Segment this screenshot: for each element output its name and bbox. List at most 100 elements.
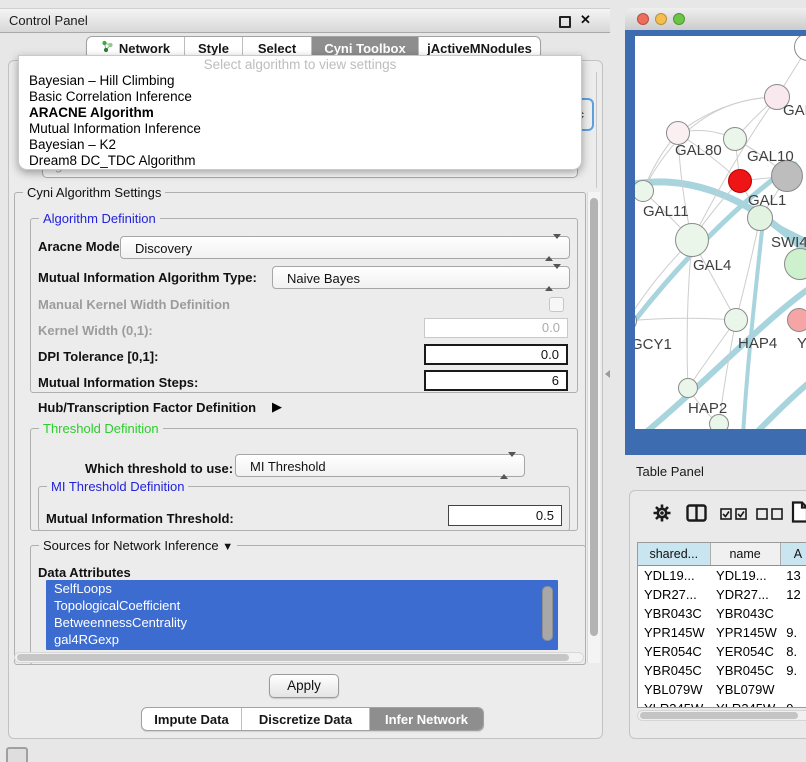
checked-pair-icon[interactable] bbox=[720, 507, 748, 525]
sources-collapse-icon[interactable]: ▼ bbox=[222, 541, 233, 553]
document-icon[interactable] bbox=[791, 501, 806, 528]
network-node[interactable] bbox=[675, 223, 709, 257]
manual-kernel-width-checkbox[interactable] bbox=[549, 297, 564, 312]
hub-expand-icon[interactable]: ▶ bbox=[272, 399, 282, 415]
table-row[interactable]: YPR145WYPR145W9. bbox=[638, 623, 806, 642]
panel-splitter-icon[interactable] bbox=[605, 370, 610, 378]
node-label: Y bbox=[797, 335, 806, 352]
table-cell[interactable] bbox=[780, 604, 806, 623]
table-cell[interactable]: 9. bbox=[780, 623, 806, 642]
dropdown-item[interactable]: Dream8 DC_TDC Algorithm bbox=[19, 153, 581, 169]
dropdown-item[interactable]: Basic Correlation Inference bbox=[19, 89, 581, 105]
table-cell[interactable]: YBL079W bbox=[638, 680, 710, 699]
split-columns-icon[interactable] bbox=[686, 504, 707, 527]
tab-label: Style bbox=[198, 41, 229, 56]
network-node[interactable] bbox=[723, 127, 747, 151]
network-canvas[interactable]: GALGAL80GAL10GAL1GAL11SWI4GAL4GCY1HAP4YH… bbox=[635, 36, 806, 429]
dropdown-item[interactable]: Mutual Information Inference bbox=[19, 121, 581, 137]
aracne-mode-combo[interactable]: Discovery bbox=[120, 236, 570, 259]
tab-impute-data[interactable]: Impute Data bbox=[142, 708, 242, 730]
dropdown-items: Bayesian – Hill ClimbingBasic Correlatio… bbox=[19, 73, 581, 169]
tab-infer-network[interactable]: Infer Network bbox=[370, 708, 483, 730]
list-scrollbar-thumb[interactable] bbox=[542, 586, 553, 641]
table-cell[interactable]: YBR043C bbox=[638, 604, 710, 623]
combo-arrows-icon bbox=[545, 239, 561, 257]
network-node[interactable] bbox=[678, 378, 698, 398]
table-cell[interactable]: YDR27... bbox=[710, 585, 780, 604]
close-traffic-light-icon[interactable] bbox=[637, 13, 649, 25]
node-label: GAL10 bbox=[747, 148, 794, 165]
unchecked-pair-icon[interactable] bbox=[756, 507, 784, 525]
table-row[interactable]: YDR27...YDR27...12 bbox=[638, 585, 806, 604]
data-attributes-list[interactable]: SelfLoopsTopologicalCoefficientBetweenne… bbox=[46, 580, 558, 650]
node-label: HAP2 bbox=[688, 400, 727, 417]
table-row[interactable]: YER054CYER054C8. bbox=[638, 642, 806, 661]
table-row[interactable]: YDL19...YDL19...13 bbox=[638, 566, 806, 586]
table-scroll-thumb[interactable] bbox=[640, 712, 798, 719]
table-cell[interactable]: YDL19... bbox=[638, 566, 710, 586]
dropdown-item[interactable]: Bayesian – K2 bbox=[19, 137, 581, 153]
mi-algorithm-type-combo[interactable]: Naive Bayes bbox=[272, 266, 570, 289]
table-cell[interactable]: YLR345W bbox=[710, 699, 780, 708]
table-cell[interactable]: YBR045C bbox=[710, 661, 780, 680]
table-cell[interactable]: YPR145W bbox=[638, 623, 710, 642]
which-threshold-combo[interactable]: MI Threshold bbox=[235, 454, 525, 477]
network-node[interactable] bbox=[787, 308, 806, 332]
table-cell[interactable]: YDL19... bbox=[710, 566, 780, 586]
settings-horizontal-scrollbar[interactable] bbox=[14, 652, 584, 663]
table-cell[interactable]: YPR145W bbox=[710, 623, 780, 642]
table-horizontal-scrollbar[interactable] bbox=[637, 710, 806, 721]
mi-steps-field[interactable]: 6 bbox=[424, 370, 568, 391]
threshold-definition-title: Threshold Definition bbox=[39, 421, 163, 436]
minimize-traffic-light-icon[interactable] bbox=[655, 13, 667, 25]
settings-vertical-scrollbar[interactable] bbox=[587, 192, 600, 663]
table-column-header[interactable]: shared... bbox=[638, 543, 710, 566]
tab-discretize-data[interactable]: Discretize Data bbox=[242, 708, 370, 730]
gear-icon[interactable] bbox=[652, 503, 672, 528]
network-node[interactable] bbox=[728, 169, 752, 193]
network-icon bbox=[101, 40, 114, 56]
dropdown-item[interactable]: Bayesian – Hill Climbing bbox=[19, 73, 581, 89]
combo-arrows-icon bbox=[500, 457, 516, 475]
table-column-header[interactable]: name bbox=[710, 543, 780, 566]
mi-threshold-field[interactable]: 0.5 bbox=[448, 505, 562, 526]
table-cell[interactable]: 9. bbox=[780, 699, 806, 708]
attribute-item-selected[interactable]: SelfLoops bbox=[46, 580, 558, 597]
attribute-item-selected[interactable]: BetweennessCentrality bbox=[46, 614, 558, 631]
table-row[interactable]: YBL079WYBL079W bbox=[638, 680, 806, 699]
table-cell[interactable]: 12 bbox=[780, 585, 806, 604]
table-row[interactable]: YBR043CYBR043C bbox=[638, 604, 806, 623]
table-cell[interactable]: YBL079W bbox=[710, 680, 780, 699]
vertical-scroll-thumb[interactable] bbox=[590, 198, 598, 636]
tab-label: Discretize Data bbox=[259, 712, 352, 727]
table-cell[interactable]: YER054C bbox=[710, 642, 780, 661]
float-window-icon[interactable] bbox=[559, 16, 571, 28]
table-cell[interactable] bbox=[780, 680, 806, 699]
close-icon[interactable]: ✕ bbox=[580, 12, 591, 28]
table-cell[interactable]: YER054C bbox=[638, 642, 710, 661]
dropdown-item[interactable]: ARACNE Algorithm bbox=[19, 105, 581, 121]
table-cell[interactable]: YBR045C bbox=[638, 661, 710, 680]
kernel-width-field[interactable]: 0.0 bbox=[424, 318, 568, 338]
table-row[interactable]: YBR045CYBR045C9. bbox=[638, 661, 806, 680]
attribute-item-selected[interactable]: TopologicalCoefficient bbox=[46, 597, 558, 614]
tab-label: Cyni Toolbox bbox=[324, 41, 405, 56]
table-cell[interactable]: YDR27... bbox=[638, 585, 710, 604]
table-cell[interactable]: YBR043C bbox=[710, 604, 780, 623]
table-cell[interactable]: 8. bbox=[780, 642, 806, 661]
horizontal-scroll-thumb[interactable] bbox=[17, 654, 569, 661]
hub-definition-label[interactable]: Hub/Transcription Factor Definition bbox=[38, 400, 256, 415]
dpi-tolerance-field[interactable]: 0.0 bbox=[424, 344, 568, 365]
table-cell[interactable]: 9. bbox=[780, 661, 806, 680]
table-row[interactable]: YLR345WYLR345W9. bbox=[638, 699, 806, 708]
table-cell[interactable]: 13 bbox=[780, 566, 806, 586]
attribute-item-selected[interactable]: gal4RGexp bbox=[46, 631, 558, 648]
dock-mini-icon[interactable] bbox=[6, 747, 28, 762]
node-table[interactable]: shared...nameAYDL19...YDL19...13YDR27...… bbox=[637, 542, 806, 708]
table-cell[interactable]: YLR345W bbox=[638, 699, 710, 708]
sources-title: Sources for Network Inference ▼ bbox=[39, 538, 237, 553]
apply-button[interactable]: Apply bbox=[269, 674, 339, 698]
network-node[interactable] bbox=[724, 308, 748, 332]
zoom-traffic-light-icon[interactable] bbox=[673, 13, 685, 25]
table-column-header[interactable]: A bbox=[780, 543, 806, 566]
